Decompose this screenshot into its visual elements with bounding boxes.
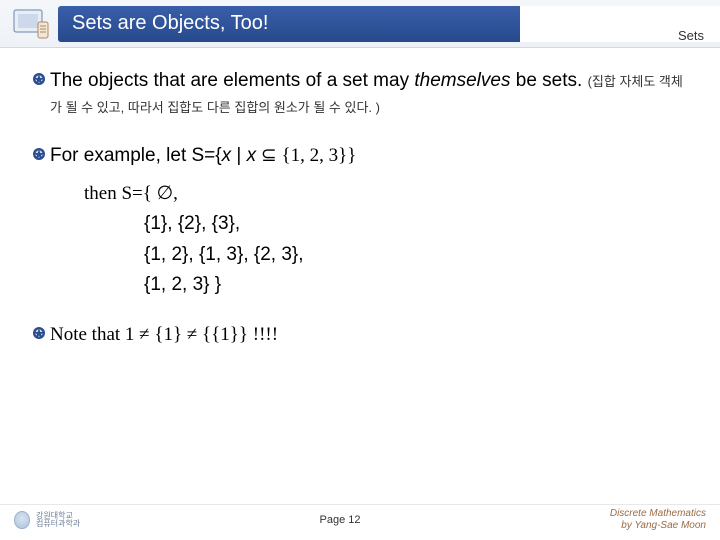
- bullet-icon: [28, 143, 50, 169]
- credit-line2: by Yang-Sae Moon: [546, 520, 706, 532]
- title-bar: Sets are Objects, Too!: [0, 0, 720, 48]
- bullet-3: Note that 1 ≠ {1} ≠ {{1}} !!!!: [28, 322, 692, 348]
- footer-logo: 강원대학교 컴퓨터과학과: [14, 511, 134, 529]
- bullet-1: The objects that are elements of a set m…: [28, 68, 692, 119]
- t2x2: x: [247, 145, 257, 166]
- shield-icon: [14, 511, 30, 529]
- footer: 강원대학교 컴퓨터과학과 Page 12 Discrete Mathematic…: [0, 504, 720, 534]
- subset-line-1: {1}, {2}, {3},: [144, 209, 692, 239]
- t1a: The objects that are elements of a set m…: [50, 70, 414, 91]
- then-line: then S={ ∅,: [84, 179, 692, 209]
- slide-body: The objects that are elements of a set m…: [0, 48, 720, 540]
- bullet-2-text: For example, let S={x | x ⊆ {1, 2, 3}}: [50, 143, 692, 169]
- subset-line-3: {1, 2, 3} }: [144, 270, 692, 300]
- slide-title: Sets are Objects, Too!: [72, 12, 268, 35]
- footer-credit: Discrete Mathematics by Yang-Sae Moon: [546, 508, 706, 531]
- subset-line-2: {1, 2}, {1, 3}, {2, 3},: [144, 240, 692, 270]
- credit-line1: Discrete Mathematics: [546, 508, 706, 520]
- footer-univ: 강원대학교 컴퓨터과학과: [36, 512, 80, 528]
- section-label: Sets: [678, 28, 704, 43]
- bullet-3-text: Note that 1 ≠ {1} ≠ {{1}} !!!!: [50, 322, 692, 348]
- univ-line2: 컴퓨터과학과: [36, 520, 80, 528]
- title-icon: [8, 2, 52, 46]
- slide: Sets are Objects, Too! Sets The objects …: [0, 0, 720, 540]
- t2x1: x: [222, 145, 232, 166]
- t2a: For example, let S={: [50, 145, 222, 166]
- title-chip: Sets are Objects, Too!: [58, 6, 720, 42]
- bullet-2: For example, let S={x | x ⊆ {1, 2, 3}}: [28, 143, 692, 169]
- t2s: ⊆ {1, 2, 3}}: [256, 145, 356, 166]
- t2m: |: [231, 145, 247, 166]
- bullet-1-text: The objects that are elements of a set m…: [50, 68, 692, 119]
- t1b: themselves: [414, 70, 510, 91]
- page-number: Page 12: [320, 514, 361, 526]
- bullet-icon: [28, 68, 50, 119]
- t1c: be sets.: [510, 70, 587, 91]
- bullet-icon: [28, 322, 50, 348]
